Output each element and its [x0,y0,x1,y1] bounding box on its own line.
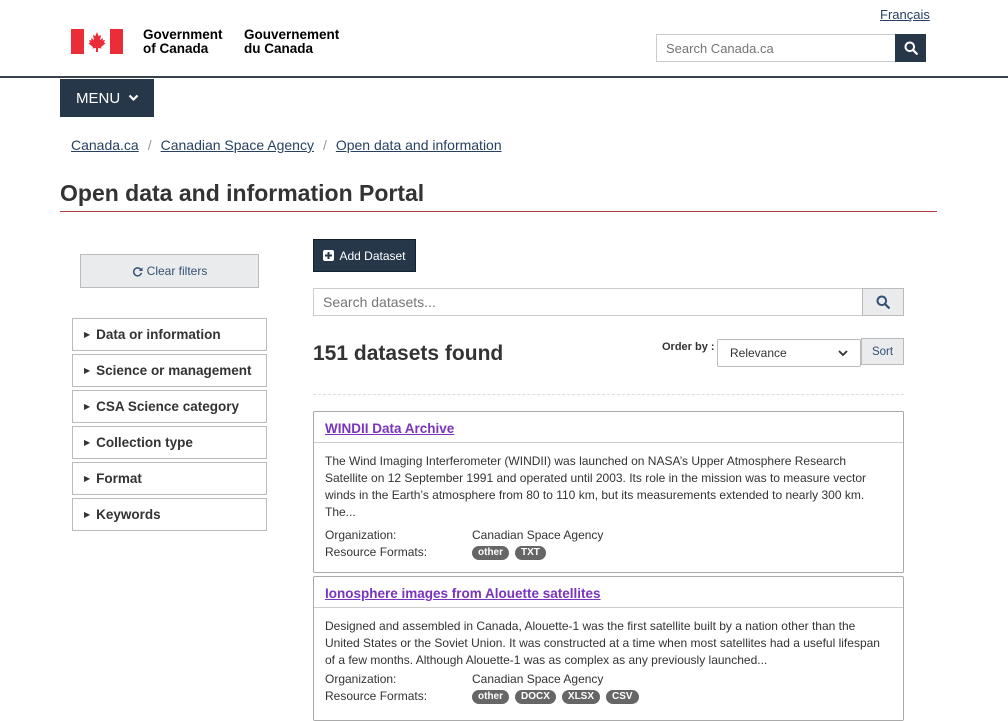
refresh-icon [132,266,143,277]
dataset-description: The Wind Imaging Interferometer (WINDII)… [325,454,866,519]
dataset-formats-row: Resource Formats: other TXT [325,544,892,561]
signature-en-line2: of Canada [143,41,209,56]
dataset-card-header: WINDII Data Archive [314,412,903,443]
sort-button[interactable]: Sort [861,338,904,365]
plus-square-icon [323,250,335,261]
facet-keywords[interactable]: ▶ Keywords [72,498,267,531]
dataset-search-input[interactable] [313,288,863,316]
format-badge: TXT [515,545,546,560]
facet-data-or-information[interactable]: ▶ Data or information [72,318,267,351]
facet-csa-science-category[interactable]: ▶ CSA Science category [72,390,267,423]
dataset-card-body: Designed and assembled in Canada, Alouet… [314,608,903,705]
facet-label: Data or information [96,327,221,342]
format-badge: other [472,689,509,704]
page-title: Open data and information Portal [60,180,425,206]
facet-collection-type[interactable]: ▶ Collection type [72,426,267,459]
menu-label: MENU [76,89,121,107]
order-by-select[interactable]: Relevance [717,339,861,367]
order-by-label: Order by : [662,341,715,353]
language-toggle-link[interactable]: Français [880,7,930,22]
organization-value: Canadian Space Agency [472,672,604,686]
format-badge: DOCX [515,689,556,704]
signature-english[interactable]: Government of Canada [143,28,223,56]
breadcrumb-link-csa[interactable]: Canadian Space Agency [161,137,314,153]
dataset-title-link[interactable]: Ionosphere images from Alouette satellit… [325,586,601,601]
format-badge: XLSX [561,689,601,704]
chevron-down-icon [128,94,139,102]
search-icon [904,41,918,55]
triangle-right-icon: ▶ [84,366,91,375]
dataset-organization-row: Organization: Canadian Space Agency [325,527,892,544]
site-search-button[interactable] [895,34,926,62]
organization-value: Canadian Space Agency [472,528,604,542]
formats-label: Resource Formats: [325,545,428,559]
triangle-right-icon: ▶ [84,402,91,411]
format-badges: other DOCX XLSX CSV [472,688,639,705]
breadcrumb-separator: / [147,137,152,153]
triangle-right-icon: ▶ [84,438,91,447]
dataset-search-button[interactable] [862,288,904,316]
triangle-right-icon: ▶ [84,330,91,339]
order-by-value: Relevance [730,346,787,360]
search-icon [876,295,890,309]
signature-fr-line2: du Canada [244,41,314,56]
breadcrumb: Canada.ca / Canadian Space Agency / Open… [71,137,502,153]
canada-flag-icon[interactable] [71,29,123,54]
formats-label: Resource Formats: [325,689,428,703]
add-dataset-label: Add Dataset [339,248,406,263]
breadcrumb-link-canada[interactable]: Canada.ca [71,137,139,153]
signature-fr-line1: Gouvernement [244,27,340,42]
format-badge: CSV [606,689,639,704]
facet-science-or-management[interactable]: ▶ Science or management [72,354,267,387]
format-badge: other [472,545,509,560]
signature-french[interactable]: Gouvernement du Canada [244,28,339,56]
breadcrumb-link-open-data[interactable]: Open data and information [336,137,502,153]
organization-label: Organization: [325,528,397,542]
site-search-input[interactable] [656,34,896,62]
title-divider [60,211,937,212]
triangle-right-icon: ▶ [84,474,91,483]
facet-label: Science or management [96,363,252,378]
add-dataset-button[interactable]: Add Dataset [313,239,416,272]
dataset-title-link[interactable]: WINDII Data Archive [325,421,454,436]
organization-label: Organization: [325,672,397,686]
dataset-description: Designed and assembled in Canada, Alouet… [325,619,880,667]
dataset-organization-row: Organization: Canadian Space Agency [325,671,892,688]
facet-label: Keywords [96,507,161,522]
facet-label: Collection type [96,435,193,450]
results-divider [313,394,904,395]
signature-en-line1: Government [143,27,223,42]
results-count: 151 datasets found [313,342,504,365]
facet-label: Format [96,471,142,486]
breadcrumb-separator: / [322,137,327,153]
dataset-card-body: The Wind Imaging Interferometer (WINDII)… [314,443,903,561]
menu-button[interactable]: MENU [60,79,154,117]
clear-filters-label: Clear filters [146,264,208,278]
dataset-card: WINDII Data Archive The Wind Imaging Int… [313,411,904,573]
clear-filters-button[interactable]: Clear filters [80,254,259,288]
site-header: Français Government of Canada Gouverneme… [0,0,1008,78]
dataset-card-header: Ionosphere images from Alouette satellit… [314,577,903,608]
facet-format[interactable]: ▶ Format [72,462,267,495]
facet-label: CSA Science category [96,399,239,414]
triangle-right-icon: ▶ [84,510,91,519]
dataset-card: Ionosphere images from Alouette satellit… [313,576,904,721]
format-badges: other TXT [472,544,546,561]
chevron-down-icon [838,349,848,356]
dataset-formats-row: Resource Formats: other DOCX XLSX CSV [325,688,892,705]
